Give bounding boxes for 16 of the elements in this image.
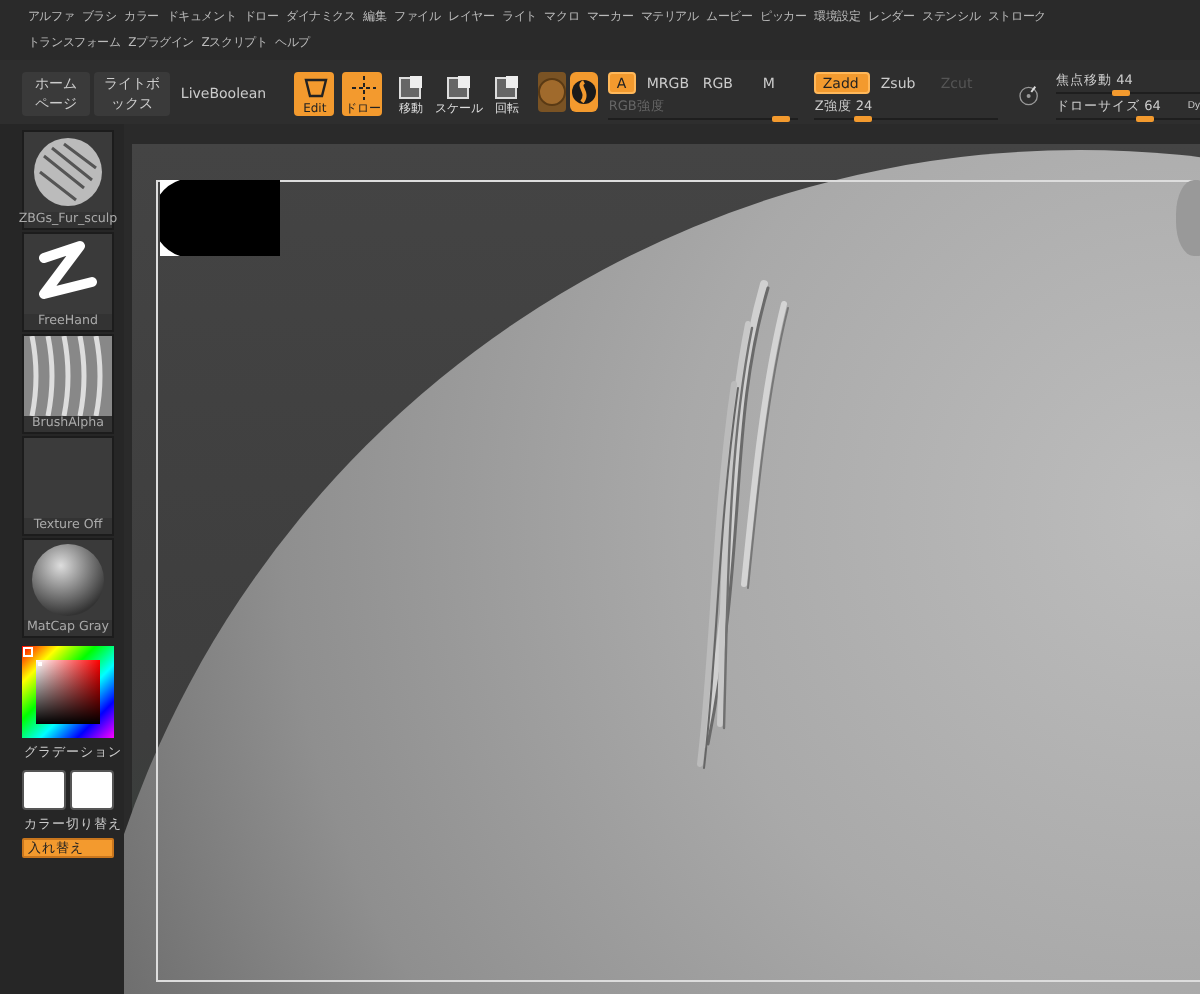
crosshair-icon [348, 74, 377, 102]
spiral-icon [570, 78, 599, 106]
trapezoid-icon [300, 74, 329, 102]
brush-mode-button[interactable] [570, 72, 599, 112]
color-picker[interactable] [22, 646, 114, 738]
square-icon [396, 74, 425, 102]
stroke-thumbnail [24, 234, 112, 314]
square-icon [492, 74, 521, 102]
navigator-thumbnail[interactable] [160, 180, 280, 256]
fur-brush-thumbnail [24, 132, 112, 212]
main-color-swatch[interactable] [22, 770, 66, 810]
texture-thumbnail [24, 438, 112, 518]
alpha-thumbnail [24, 336, 112, 416]
secondary-color-swatch[interactable] [70, 770, 114, 810]
square-icon [444, 74, 473, 102]
material-sphere-thumbnail [24, 540, 112, 620]
